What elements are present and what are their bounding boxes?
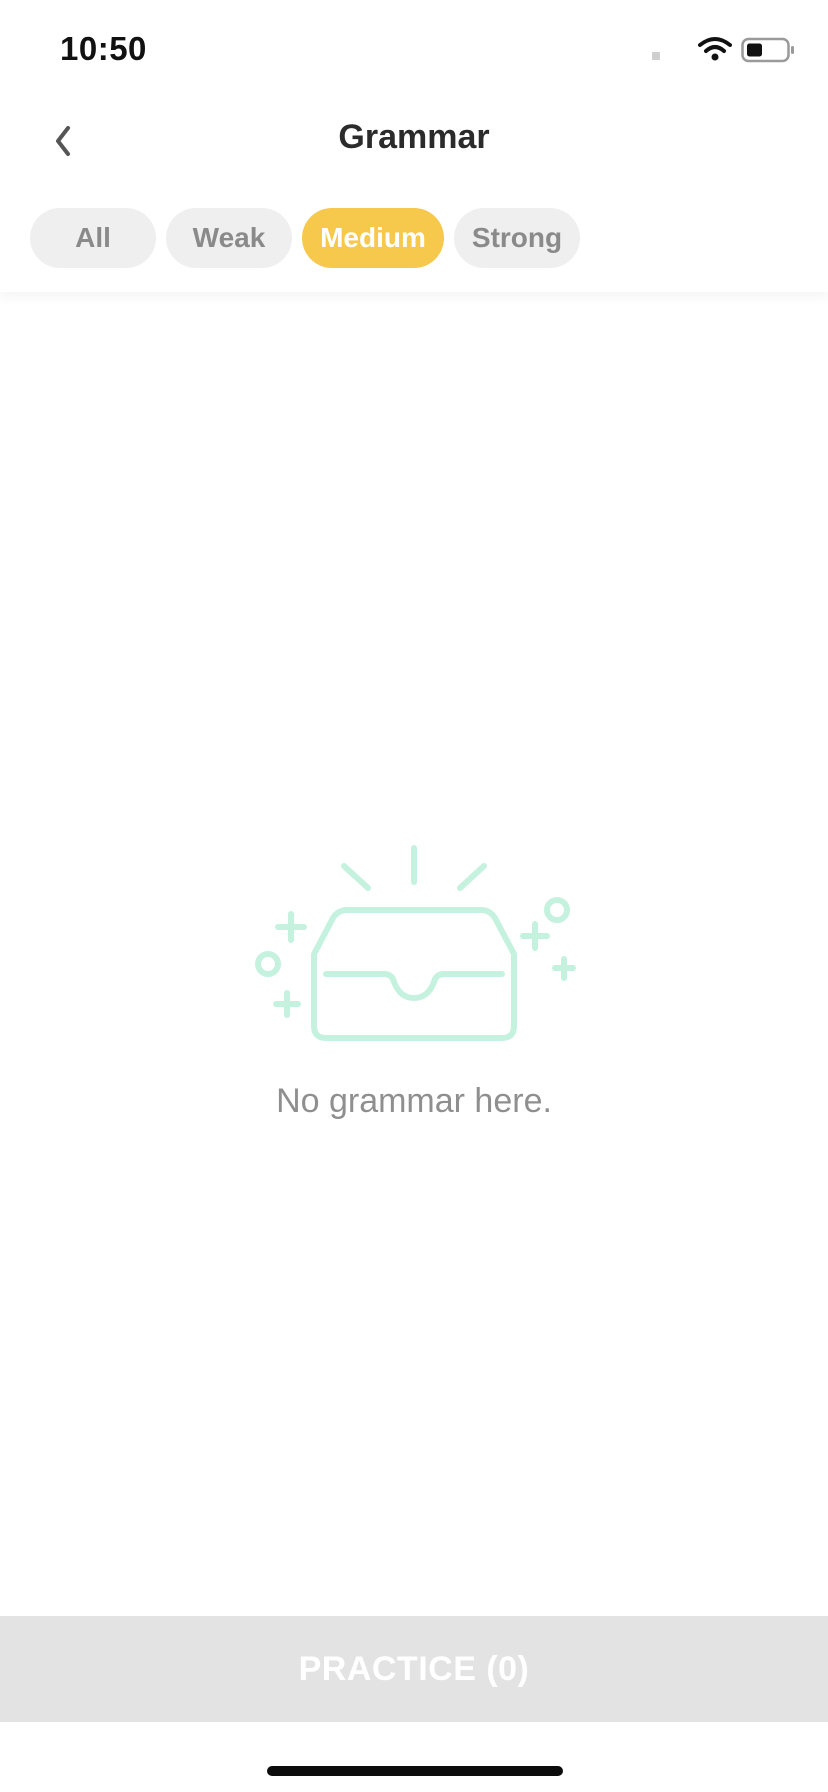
filter-tabs: All Weak Medium Strong (30, 208, 580, 268)
page-title: Grammar (338, 118, 490, 156)
screen: 10:50 Grammar All Weak Medium Strong No … (0, 0, 828, 1792)
filter-tab-weak[interactable]: Weak (166, 208, 292, 268)
wifi-icon (698, 37, 732, 61)
signal-dot-icon (652, 52, 660, 60)
practice-button[interactable]: PRACTICE (0) (0, 1616, 828, 1722)
filter-tab-all[interactable]: All (30, 208, 156, 268)
status-bar: 10:50 (0, 0, 828, 100)
filter-tab-medium[interactable]: Medium (302, 208, 444, 268)
empty-inbox-icon (255, 845, 576, 1041)
filter-tab-strong[interactable]: Strong (454, 208, 580, 268)
battery-icon (741, 37, 794, 63)
home-indicator[interactable] (267, 1766, 563, 1776)
empty-state-message: No grammar here. (276, 1082, 552, 1120)
practice-button-label: PRACTICE (0) (298, 1649, 530, 1688)
status-time: 10:50 (60, 30, 147, 67)
header: Grammar All Weak Medium Strong (0, 100, 828, 292)
